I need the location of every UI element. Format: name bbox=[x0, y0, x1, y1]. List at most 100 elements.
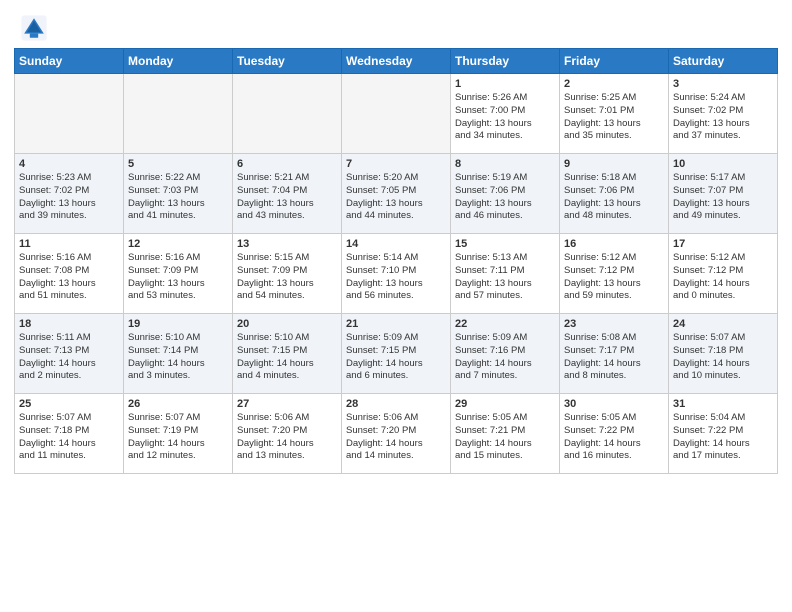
day-info: Sunrise: 5:09 AM Sunset: 7:15 PM Dayligh… bbox=[346, 332, 446, 383]
day-cell: 13 Sunrise: 5:15 AM Sunset: 7:09 PM Dayli… bbox=[233, 234, 342, 314]
day-cell: 28 Sunrise: 5:06 AM Sunset: 7:20 PM Dayli… bbox=[342, 394, 451, 474]
day-info: Sunrise: 5:11 AM Sunset: 7:13 PM Dayligh… bbox=[19, 332, 119, 383]
day-number: 24 bbox=[673, 318, 773, 330]
day-info: Sunrise: 5:06 AM Sunset: 7:20 PM Dayligh… bbox=[346, 412, 446, 463]
day-number: 27 bbox=[237, 398, 337, 410]
day-number: 18 bbox=[19, 318, 119, 330]
week-row-2: 4 Sunrise: 5:23 AM Sunset: 7:02 PM Daylig… bbox=[15, 154, 778, 234]
day-cell bbox=[124, 74, 233, 154]
day-cell: 16Sunrise: 5:12 AM Sunset: 7:12 PM Dayli… bbox=[560, 234, 669, 314]
day-info: Sunrise: 5:20 AM Sunset: 7:05 PM Dayligh… bbox=[346, 172, 446, 223]
day-info: Sunrise: 5:08 AM Sunset: 7:17 PM Dayligh… bbox=[564, 332, 664, 383]
header bbox=[0, 0, 792, 48]
day-number: 2 bbox=[564, 78, 664, 90]
day-number: 14 bbox=[346, 238, 446, 250]
day-header-sunday: Sunday bbox=[15, 49, 124, 74]
day-cell: 7 Sunrise: 5:20 AM Sunset: 7:05 PM Daylig… bbox=[342, 154, 451, 234]
day-number: 30 bbox=[564, 398, 664, 410]
day-info: Sunrise: 5:14 AM Sunset: 7:10 PM Dayligh… bbox=[346, 252, 446, 303]
header-row: SundayMondayTuesdayWednesdayThursdayFrid… bbox=[15, 49, 778, 74]
day-number: 11 bbox=[19, 238, 119, 250]
day-number: 7 bbox=[346, 158, 446, 170]
day-cell bbox=[342, 74, 451, 154]
day-info: Sunrise: 5:26 AM Sunset: 7:00 PM Dayligh… bbox=[455, 92, 555, 143]
day-info: Sunrise: 5:23 AM Sunset: 7:02 PM Dayligh… bbox=[19, 172, 119, 223]
day-number: 13 bbox=[237, 238, 337, 250]
day-info: Sunrise: 5:15 AM Sunset: 7:09 PM Dayligh… bbox=[237, 252, 337, 303]
day-cell: 18 Sunrise: 5:11 AM Sunset: 7:13 PM Dayli… bbox=[15, 314, 124, 394]
day-cell: 5Sunrise: 5:22 AM Sunset: 7:03 PM Daylig… bbox=[124, 154, 233, 234]
day-number: 15 bbox=[455, 238, 555, 250]
calendar: SundayMondayTuesdayWednesdayThursdayFrid… bbox=[14, 48, 778, 474]
day-cell: 17 Sunrise: 5:12 AM Sunset: 7:12 PM Dayli… bbox=[669, 234, 778, 314]
day-info: Sunrise: 5:07 AM Sunset: 7:19 PM Dayligh… bbox=[128, 412, 228, 463]
day-info: Sunrise: 5:16 AM Sunset: 7:08 PM Dayligh… bbox=[19, 252, 119, 303]
day-info: Sunrise: 5:09 AM Sunset: 7:16 PM Dayligh… bbox=[455, 332, 555, 383]
day-number: 4 bbox=[19, 158, 119, 170]
week-row-3: 11 Sunrise: 5:16 AM Sunset: 7:08 PM Dayli… bbox=[15, 234, 778, 314]
day-number: 29 bbox=[455, 398, 555, 410]
day-header-wednesday: Wednesday bbox=[342, 49, 451, 74]
day-number: 23 bbox=[564, 318, 664, 330]
day-info: Sunrise: 5:21 AM Sunset: 7:04 PM Dayligh… bbox=[237, 172, 337, 223]
logo-icon bbox=[20, 14, 48, 42]
day-cell: 29 Sunrise: 5:05 AM Sunset: 7:21 PM Dayli… bbox=[451, 394, 560, 474]
day-cell: 20 Sunrise: 5:10 AM Sunset: 7:15 PM Dayli… bbox=[233, 314, 342, 394]
day-number: 20 bbox=[237, 318, 337, 330]
day-cell: 8Sunrise: 5:19 AM Sunset: 7:06 PM Daylig… bbox=[451, 154, 560, 234]
day-info: Sunrise: 5:10 AM Sunset: 7:15 PM Dayligh… bbox=[237, 332, 337, 383]
day-info: Sunrise: 5:07 AM Sunset: 7:18 PM Dayligh… bbox=[673, 332, 773, 383]
day-cell: 12Sunrise: 5:16 AM Sunset: 7:09 PM Dayli… bbox=[124, 234, 233, 314]
day-info: Sunrise: 5:05 AM Sunset: 7:22 PM Dayligh… bbox=[564, 412, 664, 463]
day-cell: 19Sunrise: 5:10 AM Sunset: 7:14 PM Dayli… bbox=[124, 314, 233, 394]
day-number: 28 bbox=[346, 398, 446, 410]
day-info: Sunrise: 5:25 AM Sunset: 7:01 PM Dayligh… bbox=[564, 92, 664, 143]
day-info: Sunrise: 5:22 AM Sunset: 7:03 PM Dayligh… bbox=[128, 172, 228, 223]
day-cell: 9Sunrise: 5:18 AM Sunset: 7:06 PM Daylig… bbox=[560, 154, 669, 234]
day-number: 1 bbox=[455, 78, 555, 90]
week-row-1: 1 Sunrise: 5:26 AM Sunset: 7:00 PM Daylig… bbox=[15, 74, 778, 154]
day-number: 9 bbox=[564, 158, 664, 170]
day-cell: 6 Sunrise: 5:21 AM Sunset: 7:04 PM Daylig… bbox=[233, 154, 342, 234]
day-header-thursday: Thursday bbox=[451, 49, 560, 74]
day-info: Sunrise: 5:13 AM Sunset: 7:11 PM Dayligh… bbox=[455, 252, 555, 303]
day-number: 22 bbox=[455, 318, 555, 330]
day-header-monday: Monday bbox=[124, 49, 233, 74]
logo bbox=[20, 14, 52, 42]
day-cell: 31 Sunrise: 5:04 AM Sunset: 7:22 PM Dayli… bbox=[669, 394, 778, 474]
day-info: Sunrise: 5:05 AM Sunset: 7:21 PM Dayligh… bbox=[455, 412, 555, 463]
day-cell: 30 Sunrise: 5:05 AM Sunset: 7:22 PM Dayli… bbox=[560, 394, 669, 474]
day-cell: 26 Sunrise: 5:07 AM Sunset: 7:19 PM Dayli… bbox=[124, 394, 233, 474]
day-info: Sunrise: 5:19 AM Sunset: 7:06 PM Dayligh… bbox=[455, 172, 555, 223]
day-number: 16 bbox=[564, 238, 664, 250]
day-cell: 21 Sunrise: 5:09 AM Sunset: 7:15 PM Dayli… bbox=[342, 314, 451, 394]
day-header-friday: Friday bbox=[560, 49, 669, 74]
day-number: 19 bbox=[128, 318, 228, 330]
day-number: 3 bbox=[673, 78, 773, 90]
day-cell: 3Sunrise: 5:24 AM Sunset: 7:02 PM Daylig… bbox=[669, 74, 778, 154]
day-info: Sunrise: 5:17 AM Sunset: 7:07 PM Dayligh… bbox=[673, 172, 773, 223]
day-number: 17 bbox=[673, 238, 773, 250]
day-cell: 23 Sunrise: 5:08 AM Sunset: 7:17 PM Dayli… bbox=[560, 314, 669, 394]
week-row-5: 25 Sunrise: 5:07 AM Sunset: 7:18 PM Dayli… bbox=[15, 394, 778, 474]
page: SundayMondayTuesdayWednesdayThursdayFrid… bbox=[0, 0, 792, 612]
day-info: Sunrise: 5:07 AM Sunset: 7:18 PM Dayligh… bbox=[19, 412, 119, 463]
week-row-4: 18 Sunrise: 5:11 AM Sunset: 7:13 PM Dayli… bbox=[15, 314, 778, 394]
day-cell: 24 Sunrise: 5:07 AM Sunset: 7:18 PM Dayli… bbox=[669, 314, 778, 394]
day-cell: 25 Sunrise: 5:07 AM Sunset: 7:18 PM Dayli… bbox=[15, 394, 124, 474]
day-number: 26 bbox=[128, 398, 228, 410]
day-header-tuesday: Tuesday bbox=[233, 49, 342, 74]
day-cell: 15 Sunrise: 5:13 AM Sunset: 7:11 PM Dayli… bbox=[451, 234, 560, 314]
day-number: 21 bbox=[346, 318, 446, 330]
day-info: Sunrise: 5:16 AM Sunset: 7:09 PM Dayligh… bbox=[128, 252, 228, 303]
day-cell bbox=[233, 74, 342, 154]
day-cell: 22 Sunrise: 5:09 AM Sunset: 7:16 PM Dayli… bbox=[451, 314, 560, 394]
day-info: Sunrise: 5:04 AM Sunset: 7:22 PM Dayligh… bbox=[673, 412, 773, 463]
day-info: Sunrise: 5:12 AM Sunset: 7:12 PM Dayligh… bbox=[673, 252, 773, 303]
day-number: 25 bbox=[19, 398, 119, 410]
day-cell: 14 Sunrise: 5:14 AM Sunset: 7:10 PM Dayli… bbox=[342, 234, 451, 314]
day-number: 31 bbox=[673, 398, 773, 410]
day-cell: 10Sunrise: 5:17 AM Sunset: 7:07 PM Dayli… bbox=[669, 154, 778, 234]
day-cell: 4 Sunrise: 5:23 AM Sunset: 7:02 PM Daylig… bbox=[15, 154, 124, 234]
day-number: 6 bbox=[237, 158, 337, 170]
